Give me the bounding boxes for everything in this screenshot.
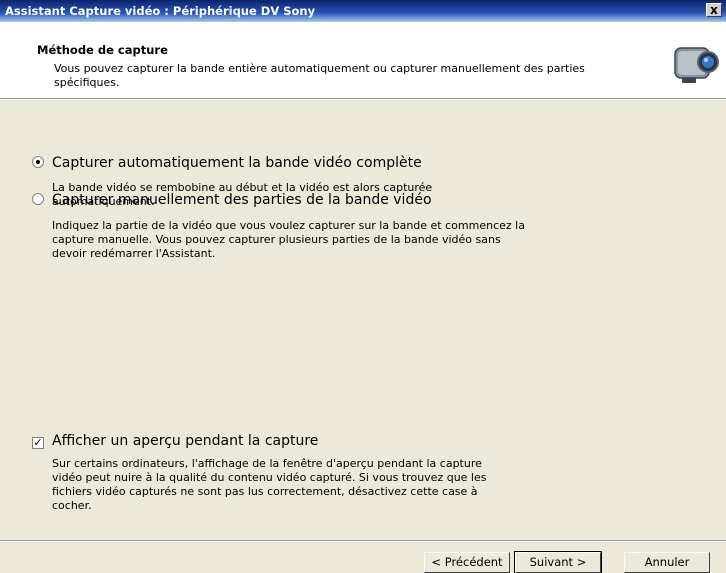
preview-description: Sur certains ordinateurs, l'affichage de… <box>52 457 487 512</box>
page-title: Méthode de capture <box>37 43 168 57</box>
auto-capture-option[interactable]: Capturer automatiquement la bande vidéo … <box>32 155 422 171</box>
back-button[interactable]: < Précédent <box>424 552 510 573</box>
preview-option[interactable]: ✓ Afficher un aperçu pendant la capture <box>32 433 318 449</box>
header-panel: Méthode de capture Vous pouvez capturer … <box>0 22 726 99</box>
manual-capture-label: Capturer manuellement des parties de la … <box>52 192 432 208</box>
window-title: Assistant Capture vidéo : Périphérique D… <box>5 4 316 18</box>
manual-capture-radio[interactable] <box>32 193 44 205</box>
check-mark-icon: ✓ <box>33 436 43 449</box>
page-description: Vous pouvez capturer la bande entière au… <box>54 62 585 89</box>
auto-capture-label: Capturer automatiquement la bande vidéo … <box>52 155 422 171</box>
header-divider <box>0 99 726 100</box>
manual-capture-option[interactable]: Capturer manuellement des parties de la … <box>32 192 432 208</box>
close-button[interactable]: x <box>706 3 722 17</box>
preview-checkbox[interactable]: ✓ <box>32 437 44 449</box>
preview-label: Afficher un aperçu pendant la capture <box>52 433 319 449</box>
camcorder-icon <box>674 47 719 83</box>
next-button[interactable]: Suivant > <box>514 551 602 573</box>
close-icon: x <box>710 3 718 17</box>
footer-divider-highlight <box>0 541 726 542</box>
auto-capture-radio[interactable] <box>32 156 44 168</box>
cancel-button[interactable]: Annuler <box>624 552 710 573</box>
title-bar: Assistant Capture vidéo : Périphérique D… <box>0 0 726 22</box>
manual-capture-description: Indiquez la partie de la vidéo que vous … <box>52 219 525 260</box>
